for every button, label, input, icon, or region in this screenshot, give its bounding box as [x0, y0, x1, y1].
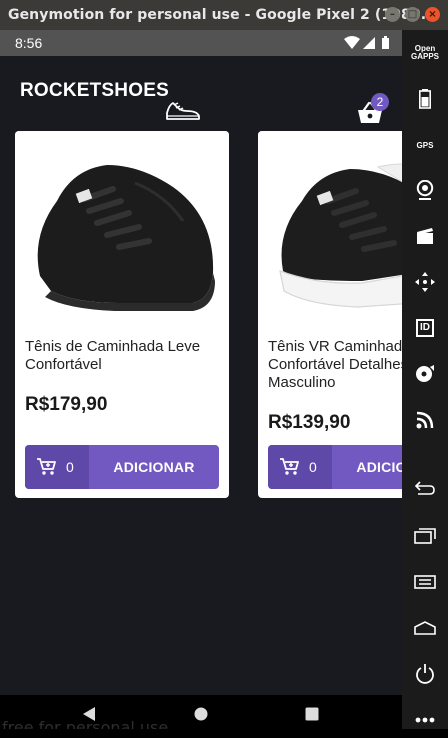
window-titlebar: Genymotion for personal use - Google Pix…: [0, 0, 448, 30]
clapperboard-icon: [417, 228, 433, 244]
cart-amount: 0: [309, 459, 317, 475]
back-button[interactable]: [402, 470, 448, 506]
recent-apps-button[interactable]: [402, 518, 448, 554]
rss-icon: [416, 411, 434, 429]
window-title: Genymotion for personal use - Google Pix…: [8, 7, 437, 23]
webcam-button[interactable]: [402, 172, 448, 208]
wifi-icon: [344, 36, 360, 49]
product-card: Tênis de Caminhada Leve Confortável R$17…: [15, 131, 229, 498]
product-name: Tênis VR Caminhada Confortável Detalhes …: [268, 338, 402, 391]
add-button-label: ADICIONAR: [113, 459, 195, 475]
gps-button[interactable]: GPS: [402, 127, 448, 163]
home-outline-icon: [414, 621, 436, 635]
recent-apps-icon: [414, 528, 436, 544]
recents-icon[interactable]: [305, 707, 319, 721]
cart-amount: 0: [66, 459, 74, 475]
cart-amount-area: 0: [25, 445, 89, 489]
product-price: R$179,90: [25, 394, 108, 415]
close-button[interactable]: ×: [425, 7, 440, 22]
disk-icon: [416, 365, 434, 382]
status-bar: 8:56: [0, 30, 402, 56]
add-shopping-cart-icon: [280, 458, 299, 475]
home-button[interactable]: [402, 610, 448, 646]
cart-amount-area: 0: [268, 445, 332, 489]
cart-count-badge: 2: [371, 93, 389, 111]
network-button[interactable]: [402, 402, 448, 438]
add-to-cart-button[interactable]: 0 ADICIONAR: [268, 445, 402, 489]
webcam-icon: [416, 180, 434, 200]
id-icon: ID: [416, 319, 434, 337]
home-icon[interactable]: [194, 707, 208, 721]
phone-screen: 8:56 ROCKETSHOES 2 Tênis de Caminhada Le…: [0, 30, 402, 729]
battery-tool-icon: [419, 89, 431, 109]
disk-io-button[interactable]: [402, 356, 448, 392]
product-name: Tênis de Caminhada Leve Confortável: [25, 338, 201, 373]
remote-control-button[interactable]: [402, 264, 448, 300]
gps-icon: GPS: [416, 140, 434, 150]
product-price: R$139,90: [268, 412, 351, 433]
opengapps-icon: Open GAPPS: [411, 45, 439, 61]
maximize-button[interactable]: □: [405, 7, 420, 22]
signal-icon: [363, 37, 375, 49]
move-arrows-icon: [415, 272, 435, 292]
menu-button[interactable]: [402, 564, 448, 600]
opengapps-button[interactable]: Open GAPPS: [402, 35, 448, 71]
back-arrow-icon: [414, 481, 435, 495]
shoe-logo-icon: [166, 102, 200, 120]
logo-text[interactable]: ROCKETSHOES: [20, 80, 169, 102]
status-time: 8:56: [15, 35, 43, 51]
minimize-button[interactable]: –: [385, 7, 400, 22]
emulator-toolbar: Open GAPPS GPS ID: [402, 30, 448, 729]
add-button-label: ADICIONAR: [356, 459, 402, 475]
device-id-button[interactable]: ID: [402, 310, 448, 346]
menu-icon: [414, 575, 436, 589]
add-shopping-cart-icon: [37, 458, 56, 475]
screencast-button[interactable]: [402, 218, 448, 254]
more-button[interactable]: [402, 702, 448, 738]
status-icons: [344, 36, 389, 49]
more-dots-icon: [415, 717, 435, 723]
product-image[interactable]: [258, 131, 402, 321]
battery-button[interactable]: [402, 81, 448, 117]
product-image[interactable]: [15, 131, 229, 321]
add-to-cart-button[interactable]: 0 ADICIONAR: [25, 445, 219, 489]
watermark: free for personal use: [2, 718, 169, 729]
opengapps-label-2: GAPPS: [410, 52, 439, 61]
app-header: ROCKETSHOES 2: [0, 56, 402, 128]
battery-icon: [382, 38, 389, 49]
power-icon: [416, 664, 434, 684]
product-card: Tênis VR Caminhada Confortável Detalhes …: [258, 131, 402, 498]
power-button[interactable]: [402, 656, 448, 692]
